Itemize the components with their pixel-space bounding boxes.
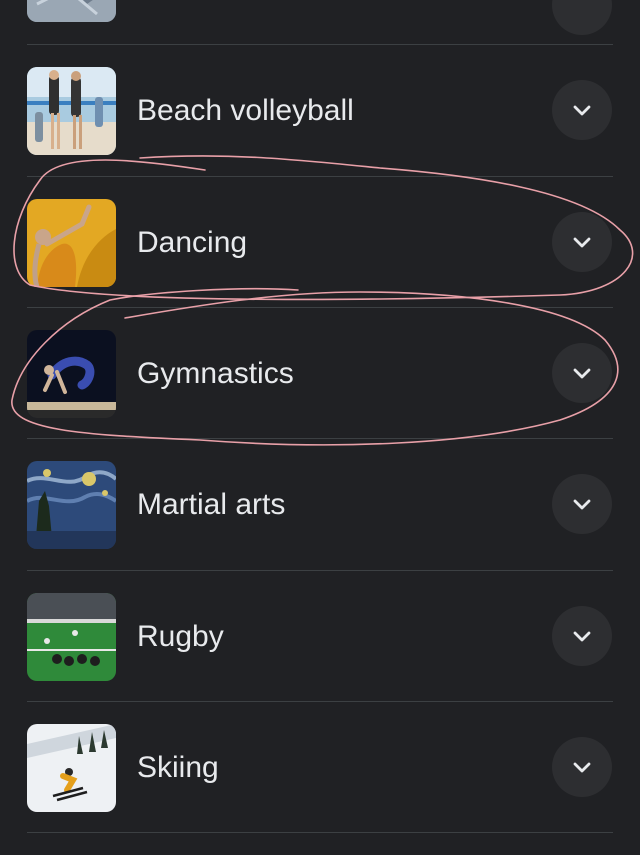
expand-button[interactable] [552, 474, 612, 534]
chevron-down-icon [573, 499, 591, 510]
rugby-thumbnail [27, 593, 116, 681]
expand-button[interactable] [552, 737, 612, 797]
divider [27, 832, 613, 833]
list-item-beach-volleyball[interactable]: Beach volleyball [27, 45, 613, 176]
martial-arts-thumbnail [27, 461, 116, 549]
list-item-skiing[interactable]: Skiing [27, 702, 613, 833]
item-label: Dancing [137, 226, 248, 259]
chevron-down-icon [573, 105, 591, 116]
beach-volleyball-thumbnail [27, 67, 116, 155]
item-label: Beach volleyball [137, 94, 354, 127]
skiing-thumbnail [27, 724, 116, 812]
chevron-down-icon [573, 237, 591, 248]
partial-item-thumbnail [27, 0, 116, 22]
list-item-gymnastics[interactable]: Gymnastics [27, 308, 613, 439]
list-item-martial-arts[interactable]: Martial arts [27, 439, 613, 570]
list-item-dancing[interactable]: Dancing [27, 177, 613, 308]
expand-button[interactable] [552, 343, 612, 403]
expand-button[interactable] [552, 606, 612, 666]
item-label: Skiing [137, 751, 219, 784]
expand-button[interactable] [552, 80, 612, 140]
item-label: Rugby [137, 620, 224, 653]
expand-button[interactable] [552, 212, 612, 272]
dancing-thumbnail [27, 199, 116, 287]
chevron-down-icon [573, 631, 591, 642]
item-label: Gymnastics [137, 357, 294, 390]
partial-item-expand-button[interactable] [552, 0, 612, 35]
chevron-down-icon [573, 368, 591, 379]
activity-list: Beach volleyball Dancing Gymnastics Mart… [0, 0, 640, 855]
chevron-down-icon [573, 762, 591, 773]
item-label: Martial arts [137, 488, 286, 521]
gymnastics-thumbnail [27, 330, 116, 418]
list-item-rugby[interactable]: Rugby [27, 571, 613, 702]
